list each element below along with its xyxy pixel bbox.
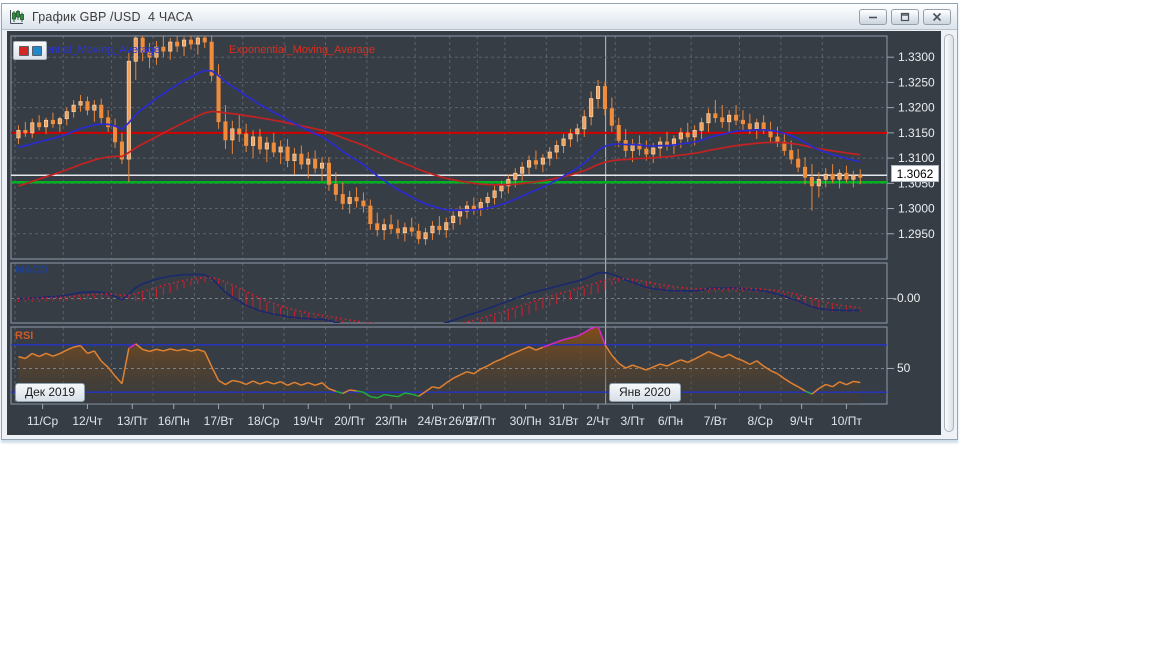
svg-text:1.3300: 1.3300 — [898, 50, 935, 64]
svg-text:1.3200: 1.3200 — [898, 101, 935, 115]
svg-text:1.3100: 1.3100 — [898, 151, 935, 165]
svg-text:1.2950: 1.2950 — [898, 227, 935, 241]
svg-text:8/Ср: 8/Ср — [748, 414, 774, 428]
chart-window: График GBP /USD 4 ЧАСА — [1, 3, 958, 440]
svg-text:19/Чт: 19/Чт — [293, 414, 324, 428]
svg-text:17/Вт: 17/Вт — [204, 414, 234, 428]
red-indicator-swatch[interactable] — [19, 46, 29, 56]
blue-indicator-swatch[interactable] — [32, 46, 42, 56]
svg-text:30/Пн: 30/Пн — [510, 414, 542, 428]
vertical-scrollbar[interactable] — [944, 34, 954, 432]
svg-text:3/Пт: 3/Пт — [620, 414, 645, 428]
svg-text:1.3150: 1.3150 — [898, 126, 935, 140]
indicator-legend-chip[interactable] — [13, 41, 47, 60]
close-button[interactable] — [923, 9, 951, 25]
svg-text:1.3000: 1.3000 — [898, 202, 935, 216]
chart-client-area: 1.29501.30001.30501.31001.31501.32001.32… — [7, 31, 941, 435]
svg-text:11/Ср: 11/Ср — [27, 414, 58, 428]
close-icon — [931, 12, 943, 22]
price-chart-canvas[interactable]: 1.29501.30001.30501.31001.31501.32001.32… — [7, 31, 941, 435]
ema-slow-legend-label: Exponential_Moving_Average — [229, 44, 375, 56]
current-price-badge: 1.3062 — [891, 165, 939, 182]
month-tab-jan-2020: Янв 2020 — [609, 383, 681, 402]
svg-text:9/Чт: 9/Чт — [790, 414, 814, 428]
svg-text:2/Чт: 2/Чт — [586, 414, 610, 428]
window-right-frame — [941, 31, 957, 438]
macd-panel-label: MACD — [15, 264, 48, 276]
month-tab-dec-2019: Дек 2019 — [15, 383, 85, 402]
svg-text:16/Пн: 16/Пн — [158, 414, 190, 428]
rsi-panel-label: RSI — [15, 330, 33, 342]
svg-text:24/Вт: 24/Вт — [418, 414, 448, 428]
svg-text:31/Вт: 31/Вт — [549, 414, 579, 428]
svg-text:18/Ср: 18/Ср — [247, 414, 279, 428]
svg-text:1.3250: 1.3250 — [898, 75, 935, 89]
candlestick-chart-icon — [8, 9, 25, 25]
window-title: График GBP /USD 4 ЧАСА — [32, 10, 193, 24]
window-controls — [855, 9, 951, 25]
title-bar[interactable]: График GBP /USD 4 ЧАСА — [2, 4, 957, 30]
svg-text:12/Чт: 12/Чт — [72, 414, 103, 428]
svg-text:7/Вт: 7/Вт — [704, 414, 728, 428]
svg-text:23/Пн: 23/Пн — [375, 414, 407, 428]
svg-text:13/Пт: 13/Пт — [117, 414, 148, 428]
rsi-level-label: 50 — [897, 361, 910, 375]
maximize-button[interactable] — [891, 9, 919, 25]
minimize-icon — [867, 12, 879, 22]
svg-text:27/Пт: 27/Пт — [465, 414, 496, 428]
minimize-button[interactable] — [859, 9, 887, 25]
svg-text:6/Пн: 6/Пн — [658, 414, 683, 428]
restore-icon — [899, 12, 911, 22]
window-body: 1.29501.30001.30501.31001.31501.32001.32… — [2, 30, 957, 438]
svg-text:20/Пт: 20/Пт — [334, 414, 365, 428]
svg-text:10/Пт: 10/Пт — [831, 414, 862, 428]
macd-current-value: -0.00 — [893, 291, 920, 305]
